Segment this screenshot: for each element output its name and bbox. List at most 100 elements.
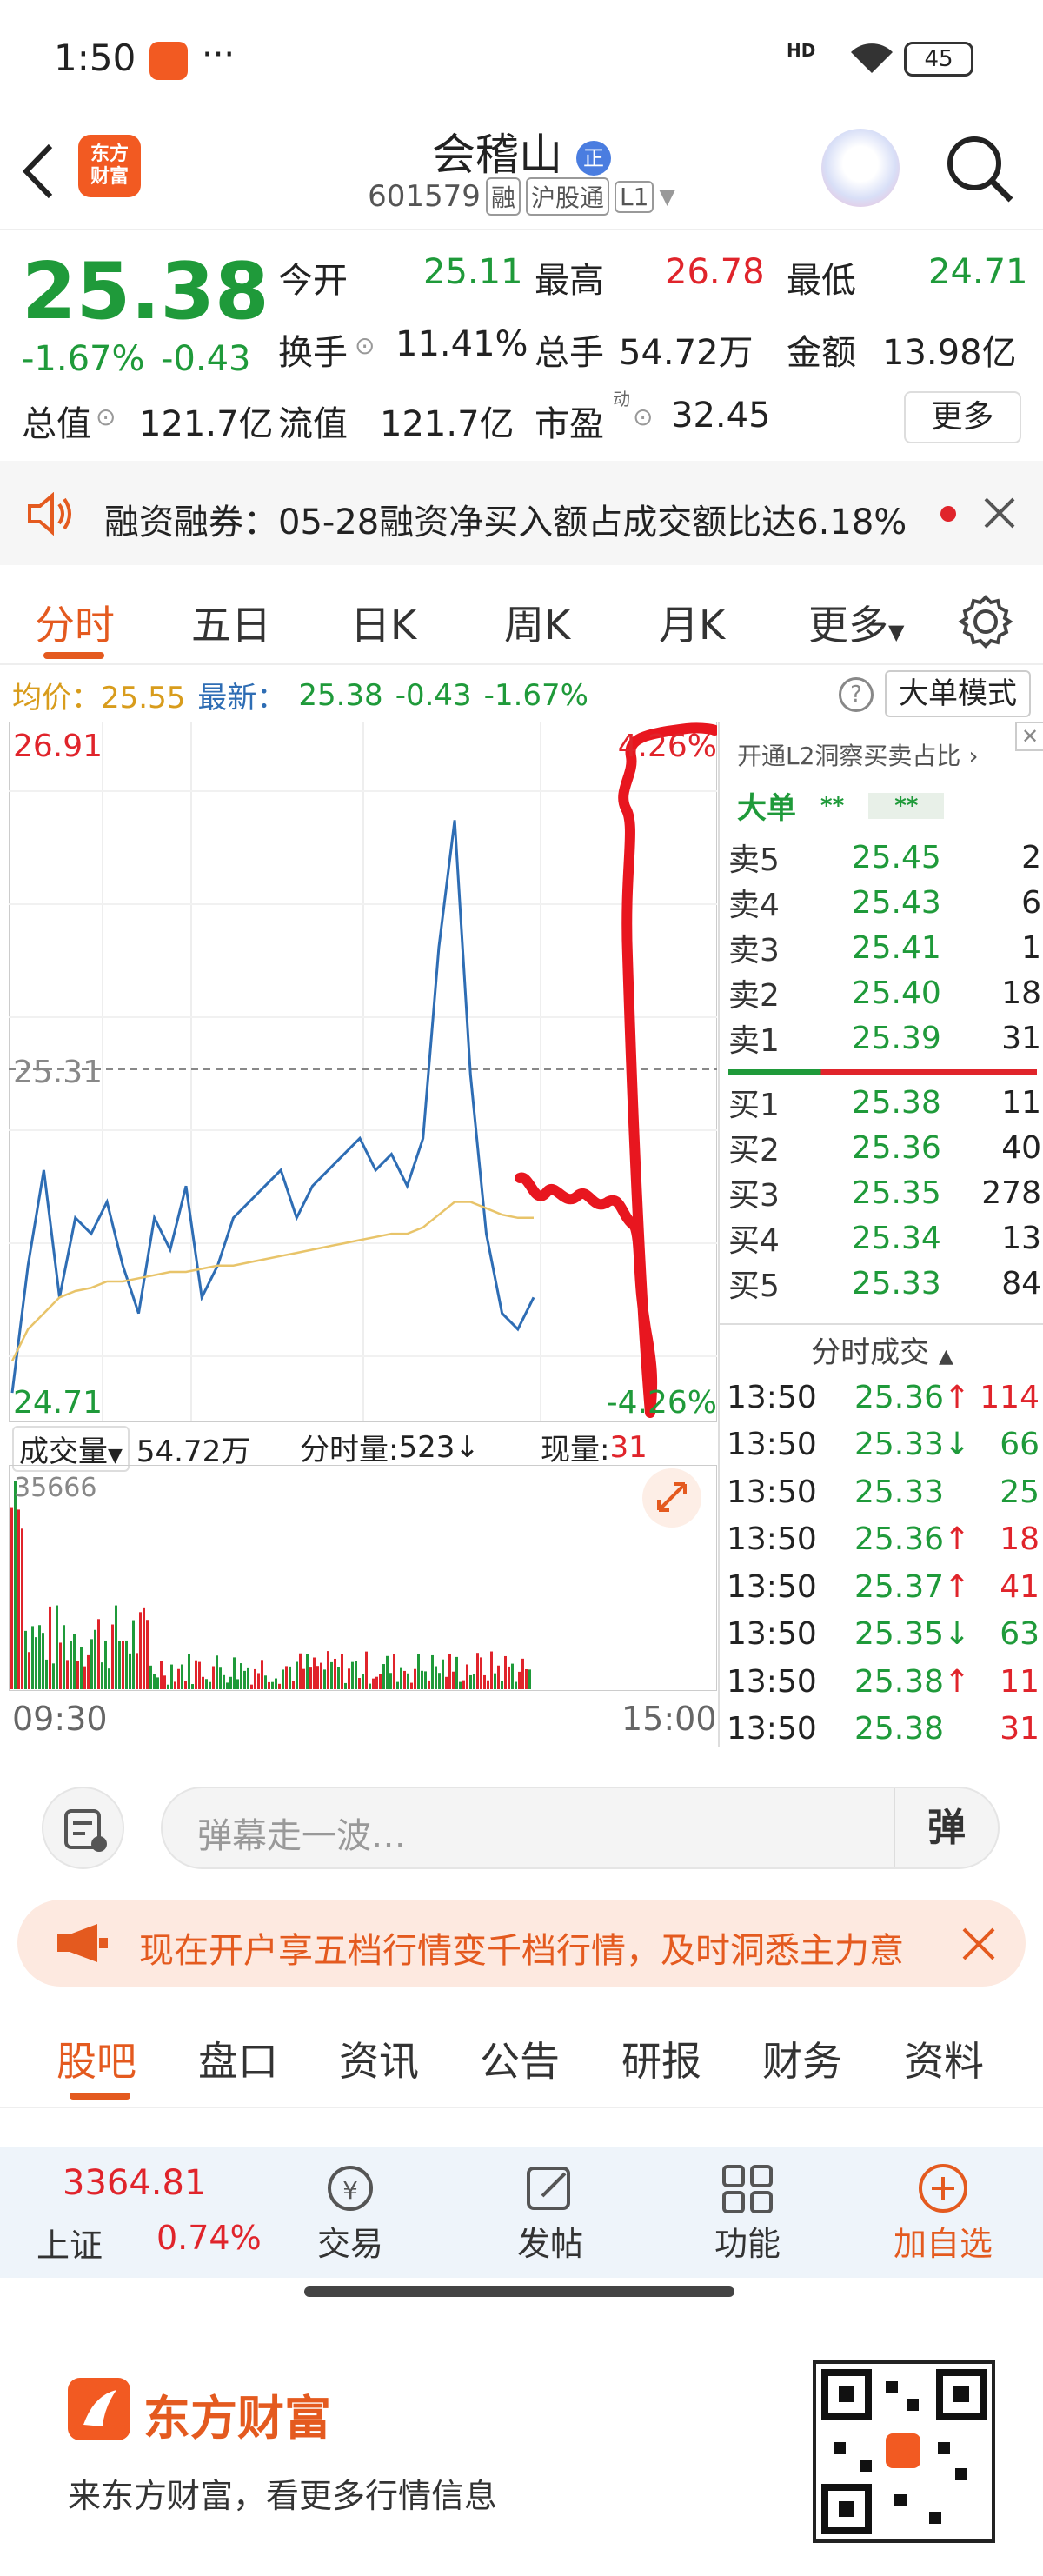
volume-bar xyxy=(421,1670,423,1689)
nav-add-watchlist[interactable]: 加自选 xyxy=(894,2160,993,2265)
volume-bar xyxy=(136,1653,138,1689)
close-icon[interactable] xyxy=(960,1926,997,1962)
trade-time: 13:50 xyxy=(727,1427,817,1463)
tab-weekly-k[interactable]: 周K xyxy=(504,594,570,651)
tab-profile[interactable]: 资料 xyxy=(904,2030,984,2087)
help-icon[interactable]: ? xyxy=(839,677,874,712)
tab-monthly-k[interactable]: 月K xyxy=(659,594,725,651)
trade-direction: ↑ xyxy=(944,1521,971,1558)
hgt-tag: 沪股通 xyxy=(525,177,609,216)
index-name[interactable]: 上证 xyxy=(37,2219,103,2266)
ask-price: 25.39 xyxy=(851,1020,941,1056)
volume-bar xyxy=(170,1664,173,1689)
trades-header[interactable]: 分时成交 ▲ xyxy=(720,1328,1043,1371)
ask-row[interactable]: 卖4 25.43 6 xyxy=(728,880,1041,925)
tab-announcements[interactable]: 公告 xyxy=(480,2030,560,2087)
nav-trade-label: 交易 xyxy=(317,2225,384,2263)
promo-banner[interactable]: 现在开户享五档行情变千档行情，及时洞悉主力意 xyxy=(17,1900,1026,1987)
ask-row[interactable]: 卖1 25.39 31 xyxy=(728,1015,1041,1061)
tab-finance[interactable]: 财务 xyxy=(762,2030,842,2087)
volume-bar xyxy=(282,1669,284,1689)
bid-row[interactable]: 买1 25.38 11 xyxy=(728,1080,1041,1125)
volume-bar xyxy=(372,1678,375,1689)
close-panel-icon[interactable]: ✕ xyxy=(1015,722,1043,751)
float-value: 121.7亿 xyxy=(380,404,515,444)
bid-row[interactable]: 买3 25.35 278 xyxy=(728,1170,1041,1215)
down-arrow-icon: ↓ xyxy=(455,1429,480,1465)
tab-intraday[interactable]: 分时 xyxy=(35,594,115,651)
volume-bar xyxy=(330,1661,333,1689)
bid-row[interactable]: 买2 25.36 40 xyxy=(728,1125,1041,1170)
ask-volume: 6 xyxy=(1021,884,1041,921)
volume-bar xyxy=(313,1657,316,1689)
volume-bar xyxy=(462,1680,465,1689)
volume-bar xyxy=(90,1639,93,1689)
bid-row[interactable]: 买4 25.34 13 xyxy=(728,1215,1041,1261)
trade-time: 13:50 xyxy=(727,1663,817,1700)
turnover-info-icon[interactable]: ⊙ xyxy=(355,331,375,360)
hand-drawn-annotation xyxy=(515,722,717,1418)
trade-price: 25.38 xyxy=(854,1663,944,1700)
change-amount: -0.43 xyxy=(161,339,251,379)
volume-bar xyxy=(344,1682,347,1689)
danmu-toggle-button[interactable]: 弹 xyxy=(894,1788,998,1867)
bid-list: 买1 25.38 11 买2 25.36 40 买3 25.35 278 买4 25.34 13… xyxy=(728,1080,1041,1306)
volume-bar xyxy=(348,1668,350,1689)
bid-price: 25.38 xyxy=(851,1084,941,1121)
info-icon[interactable]: ⊙ xyxy=(96,403,116,431)
tab-research[interactable]: 研报 xyxy=(621,2030,701,2087)
volume-bar xyxy=(431,1654,434,1689)
tab-daily-k[interactable]: 日K xyxy=(350,594,416,651)
trade-time: 13:50 xyxy=(727,1616,817,1653)
home-indicator[interactable] xyxy=(304,2286,734,2297)
big-order-mode-button[interactable]: 大单模式 xyxy=(885,670,1031,717)
tab-guba[interactable]: 股吧 xyxy=(56,2030,136,2087)
more-stats-button[interactable]: 更多 xyxy=(904,391,1021,443)
settings-gear-icon[interactable] xyxy=(958,594,1013,649)
danmu-list-button[interactable] xyxy=(42,1787,124,1869)
volume-bar xyxy=(483,1674,486,1689)
tab-more[interactable]: 更多▼ xyxy=(808,594,904,651)
level-tag[interactable]: L1 xyxy=(614,180,654,213)
nav-post[interactable]: 发帖 xyxy=(517,2160,583,2265)
volume-bar xyxy=(473,1674,475,1689)
index-value[interactable]: 3364.81 xyxy=(63,2163,206,2203)
close-icon[interactable] xyxy=(982,496,1017,530)
bid-row[interactable]: 买5 25.33 84 xyxy=(728,1261,1041,1306)
volume-bar xyxy=(160,1661,163,1689)
search-icon[interactable] xyxy=(943,132,1016,205)
volume-bar xyxy=(111,1624,114,1689)
trade-row: 13:50 25.33 25 xyxy=(727,1468,1043,1516)
trade-time: 13:50 xyxy=(727,1474,817,1510)
ask-row[interactable]: 卖2 25.40 18 xyxy=(728,970,1041,1015)
volume-bar xyxy=(80,1647,83,1689)
nav-trade[interactable]: ¥ 交易 xyxy=(317,2160,383,2265)
content-tabs: 股吧 盘口 资讯 公告 研报 财务 资料 xyxy=(0,1995,1043,2108)
pe-info-icon[interactable]: ⊙ xyxy=(633,403,653,431)
big-order-label: 大单 xyxy=(737,791,796,826)
volume-bar xyxy=(309,1667,312,1689)
index-percent[interactable]: 0.74% xyxy=(156,2219,262,2257)
ask-label: 卖3 xyxy=(728,933,780,968)
volume-bar xyxy=(459,1681,462,1689)
trade-volume: 18 xyxy=(1000,1521,1040,1558)
ask-row[interactable]: 卖5 25.45 2 xyxy=(728,835,1041,880)
tab-pankou[interactable]: 盘口 xyxy=(198,2030,278,2087)
volume-bar xyxy=(268,1681,270,1689)
trade-volume: 11 xyxy=(1000,1663,1040,1700)
volume-bar xyxy=(174,1681,176,1689)
float-label: 流值 xyxy=(278,404,348,444)
nav-functions[interactable]: 功能 xyxy=(714,2160,781,2265)
robot-assistant-icon[interactable] xyxy=(821,129,900,207)
ask-row[interactable]: 卖3 25.41 1 xyxy=(728,925,1041,970)
tab-five-day[interactable]: 五日 xyxy=(191,594,271,651)
volume-total: 54.72万 xyxy=(136,1434,251,1469)
level-dropdown-icon[interactable]: ▼ xyxy=(659,184,674,209)
margin-notice[interactable]: 融资融券：05-28融资净买入额占成交额比达6.18% xyxy=(0,461,1043,565)
danmu-input[interactable]: 弹幕走一波… 弹 xyxy=(161,1787,1000,1869)
tab-news[interactable]: 资讯 xyxy=(339,2030,419,2087)
trade-row: 13:50 25.33 ↓ 66 xyxy=(727,1421,1043,1469)
last-value: 25.38 xyxy=(298,677,383,713)
volume-bar xyxy=(494,1673,496,1689)
l2-insight-link[interactable]: 开通L2洞察买卖占比 › xyxy=(737,737,979,772)
